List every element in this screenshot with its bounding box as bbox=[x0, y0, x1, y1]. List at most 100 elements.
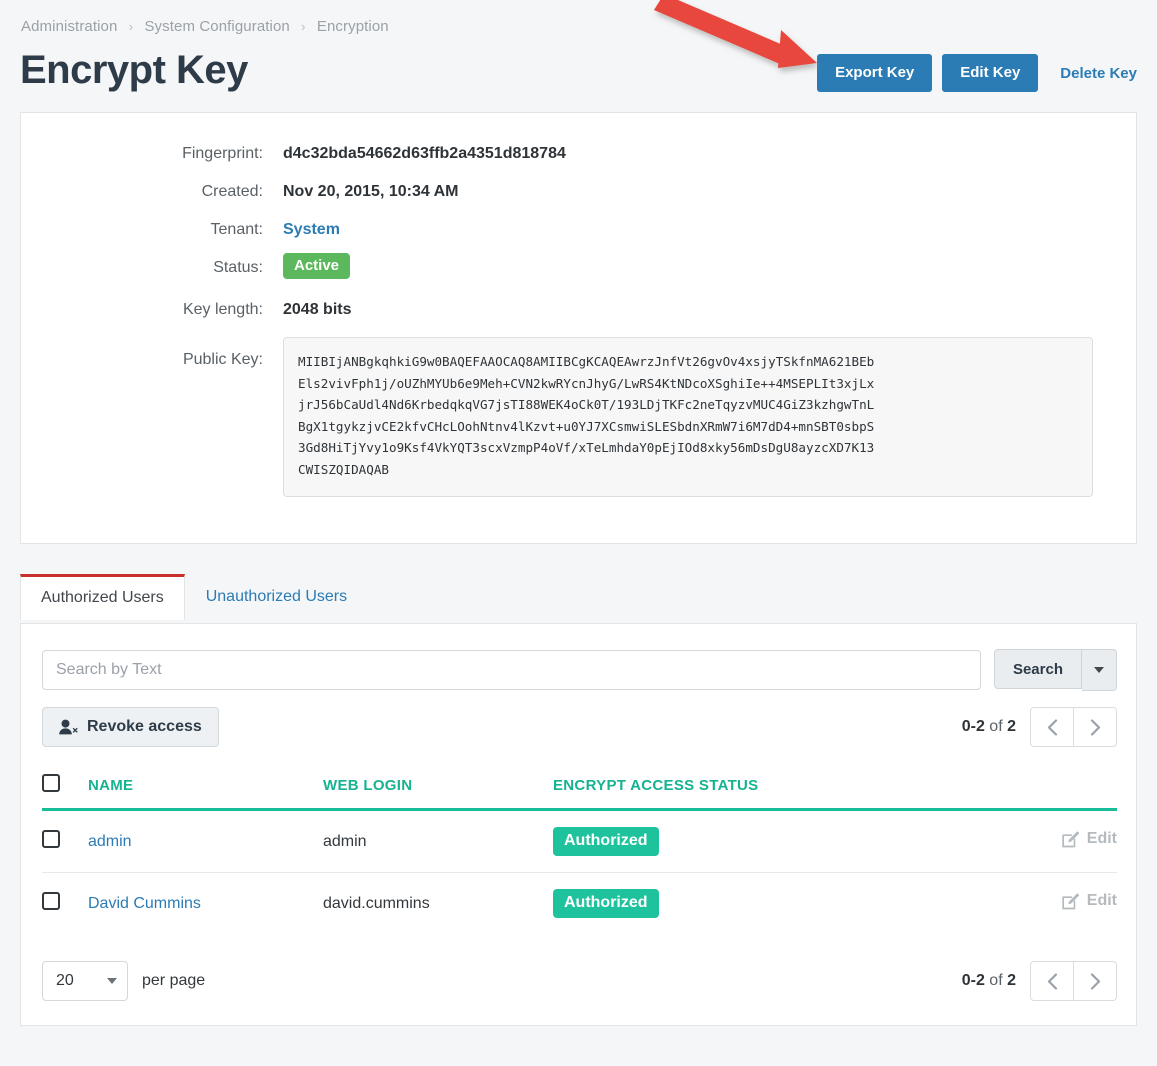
detail-row-status: Status: Active bbox=[21, 253, 1136, 283]
revoke-access-button[interactable]: Revoke access bbox=[42, 707, 219, 747]
breadcrumb-separator-icon: › bbox=[128, 19, 134, 34]
pagination-bottom: 0-2 of 2 bbox=[962, 961, 1117, 1001]
row-edit-label: Edit bbox=[1086, 892, 1117, 910]
row-edit-button[interactable]: Edit bbox=[1062, 892, 1117, 910]
row-name-cell: admin bbox=[88, 809, 323, 873]
per-page-control: 20 per page bbox=[42, 961, 205, 1001]
created-label: Created: bbox=[201, 183, 263, 200]
pagination-bottom-of: of bbox=[989, 972, 1003, 989]
edit-key-button[interactable]: Edit Key bbox=[942, 54, 1039, 92]
pagination-top-buttons bbox=[1030, 707, 1117, 747]
chevron-left-icon bbox=[1047, 718, 1057, 736]
pagination-top: 0-2 of 2 bbox=[962, 707, 1117, 747]
delete-key-button[interactable]: Delete Key bbox=[1060, 65, 1137, 82]
row-name-cell: David Cummins bbox=[88, 873, 323, 935]
created-value: Nov 20, 2015, 10:34 AM bbox=[283, 183, 459, 200]
users-tabs: Authorized Users Unauthorized Users bbox=[20, 573, 368, 620]
detail-row-public-key: Public Key: MIIBIjANBgkqhkiG9w0BAQEFAAOC… bbox=[21, 337, 1136, 497]
table-row: admin admin Authorized Edit bbox=[42, 809, 1117, 873]
fingerprint-value: d4c32bda54662d63ffb2a4351d818784 bbox=[283, 145, 566, 162]
public-key-label: Public Key: bbox=[182, 351, 263, 368]
chevron-down-icon bbox=[107, 978, 117, 984]
pagination-top-of: of bbox=[989, 718, 1003, 735]
column-header-actions bbox=[933, 764, 1117, 811]
search-input[interactable] bbox=[42, 650, 981, 690]
column-header-encrypt-access-status[interactable]: ENCRYPT ACCESS STATUS bbox=[553, 764, 933, 811]
row-checkbox[interactable] bbox=[42, 892, 60, 910]
key-details-card: Fingerprint: d4c32bda54662d63ffb2a4351d8… bbox=[20, 112, 1137, 544]
chevron-down-icon bbox=[1094, 667, 1104, 673]
pagination-top-next-button[interactable] bbox=[1074, 707, 1117, 747]
row-actions-cell: Edit bbox=[933, 809, 1117, 873]
detail-row-fingerprint: Fingerprint: d4c32bda54662d63ffb2a4351d8… bbox=[21, 143, 1136, 165]
detail-row-key-length: Key length: 2048 bits bbox=[21, 299, 1136, 321]
search-button[interactable]: Search bbox=[993, 649, 1082, 689]
chevron-right-icon bbox=[1090, 972, 1100, 990]
row-web-login-cell: david.cummins bbox=[323, 894, 430, 912]
row-status-cell: Authorized bbox=[553, 873, 933, 935]
detail-row-created: Created: Nov 20, 2015, 10:34 AM bbox=[21, 181, 1136, 203]
pagination-top-range: 0-2 bbox=[961, 718, 985, 735]
row-actions-cell: Edit bbox=[933, 873, 1117, 935]
tab-unauthorized-users[interactable]: Unauthorized Users bbox=[185, 573, 368, 619]
pagination-top-count: 0-2 of 2 bbox=[962, 718, 1016, 736]
user-name-link[interactable]: admin bbox=[88, 833, 132, 850]
row-select-cell bbox=[42, 873, 88, 935]
row-edit-button[interactable]: Edit bbox=[1062, 830, 1117, 848]
pagination-bottom-count: 0-2 of 2 bbox=[962, 972, 1016, 990]
user-times-icon bbox=[59, 719, 79, 735]
key-length-label: Key length: bbox=[182, 301, 263, 318]
header-actions: Export Key Edit Key Delete Key bbox=[817, 54, 1137, 92]
search-options-dropdown-button[interactable] bbox=[1082, 649, 1117, 691]
pagination-bottom-prev-button[interactable] bbox=[1030, 961, 1074, 1001]
chevron-left-icon bbox=[1047, 972, 1057, 990]
column-header-name[interactable]: NAME bbox=[88, 764, 323, 811]
breadcrumb: Administration › System Configuration › … bbox=[21, 18, 389, 35]
table-row: David Cummins david.cummins Authorized E… bbox=[42, 873, 1117, 935]
detail-row-tenant: Tenant: System bbox=[21, 219, 1136, 241]
row-checkbox[interactable] bbox=[42, 830, 60, 848]
chevron-right-icon bbox=[1090, 718, 1100, 736]
tenant-label: Tenant: bbox=[210, 221, 263, 238]
fingerprint-label: Fingerprint: bbox=[182, 145, 263, 162]
authorized-users-panel: Search Revoke access 0-2 of 2 bbox=[20, 623, 1137, 1026]
authorized-users-table: NAME WEB LOGIN ENCRYPT ACCESS STATUS adm… bbox=[42, 764, 1117, 934]
user-name-link[interactable]: David Cummins bbox=[88, 895, 201, 912]
table-action-row: Revoke access 0-2 of 2 bbox=[42, 707, 1117, 747]
breadcrumb-separator-icon: › bbox=[301, 19, 306, 34]
row-edit-label: Edit bbox=[1086, 830, 1117, 848]
row-web-login-cell: admin bbox=[323, 809, 553, 873]
table-footer: 20 per page 0-2 of 2 bbox=[42, 961, 1117, 1001]
breadcrumb-item-administration[interactable]: Administration bbox=[21, 18, 117, 35]
row-select-cell bbox=[42, 809, 88, 873]
pagination-bottom-total: 2 bbox=[1007, 972, 1016, 989]
pagination-bottom-next-button[interactable] bbox=[1074, 961, 1117, 1001]
pagination-bottom-buttons bbox=[1030, 961, 1117, 1001]
breadcrumb-item-system-configuration[interactable]: System Configuration bbox=[144, 18, 289, 35]
pagination-bottom-range: 0-2 bbox=[961, 972, 985, 989]
pencil-square-icon bbox=[1062, 893, 1079, 910]
per-page-select[interactable]: 20 bbox=[42, 961, 128, 1001]
pencil-square-icon bbox=[1062, 831, 1079, 848]
status-label: Status: bbox=[213, 259, 263, 276]
search-button-group: Search bbox=[993, 649, 1117, 691]
pagination-top-prev-button[interactable] bbox=[1030, 707, 1074, 747]
page-title: Encrypt Key bbox=[20, 48, 248, 92]
tenant-value-link[interactable]: System bbox=[283, 219, 340, 241]
export-key-button[interactable]: Export Key bbox=[817, 54, 933, 92]
search-row: Search bbox=[42, 649, 1117, 691]
tab-authorized-users[interactable]: Authorized Users bbox=[20, 574, 185, 620]
encrypt-access-status-badge: Authorized bbox=[553, 827, 659, 856]
row-status-cell: Authorized bbox=[553, 809, 933, 873]
public-key-textarea[interactable]: MIIBIjANBgkqhkiG9w0BAQEFAAOCAQ8AMIIBCgKC… bbox=[283, 337, 1093, 497]
encrypt-access-status-badge: Authorized bbox=[553, 889, 659, 918]
pagination-top-total: 2 bbox=[1007, 718, 1016, 735]
key-length-value: 2048 bits bbox=[283, 301, 352, 318]
revoke-access-label: Revoke access bbox=[87, 718, 202, 735]
breadcrumb-item-encryption[interactable]: Encryption bbox=[317, 18, 389, 35]
column-header-web-login[interactable]: WEB LOGIN bbox=[323, 764, 553, 811]
table-header-row: NAME WEB LOGIN ENCRYPT ACCESS STATUS bbox=[42, 764, 1117, 811]
select-all-header bbox=[42, 764, 88, 811]
select-all-checkbox[interactable] bbox=[42, 774, 60, 792]
status-badge: Active bbox=[283, 253, 351, 279]
